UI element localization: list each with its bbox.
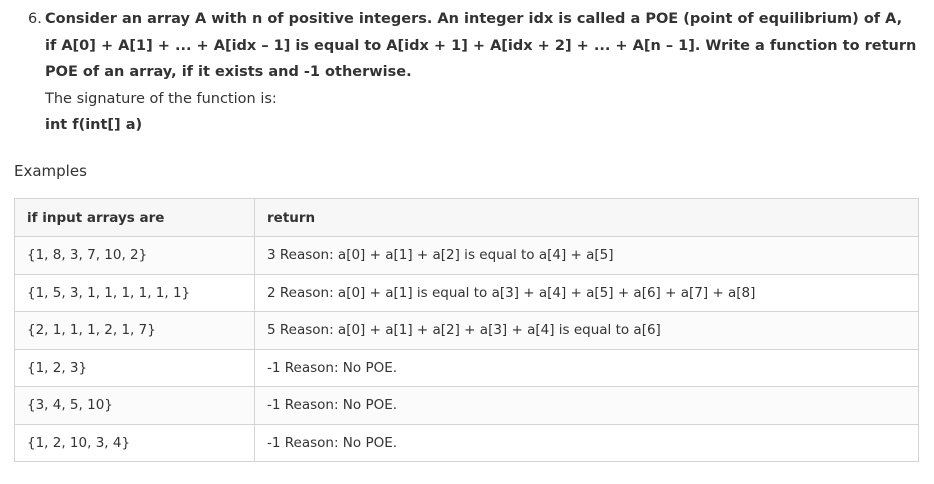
function-signature: int f(int[] a)	[45, 117, 143, 133]
question-block: 6. Consider an array A with n of positiv…	[28, 6, 918, 139]
return-cell: -1 Reason: No POE.	[254, 348, 919, 387]
input-array-cell: {2, 1, 1, 1, 2, 1, 7}	[14, 311, 255, 350]
return-cell: 5 Reason: a[0] + a[1] + a[2] + a[3] + a[…	[254, 311, 919, 350]
signature-intro: The signature of the function is:	[45, 90, 277, 107]
table-row: {1, 2, 10, 3, 4} -1 Reason: No POE.	[14, 423, 919, 462]
table-row: {1, 8, 3, 7, 10, 2} 3 Reason: a[0] + a[1…	[14, 236, 919, 275]
return-cell: -1 Reason: No POE.	[254, 386, 919, 425]
examples-heading: Examples	[14, 162, 87, 180]
table-row: {3, 4, 5, 10} -1 Reason: No POE.	[14, 386, 919, 425]
examples-table: if input arrays are return {1, 8, 3, 7, …	[14, 198, 919, 462]
column-header-input: if input arrays are	[14, 198, 255, 237]
input-array-cell: {1, 2, 10, 3, 4}	[14, 423, 255, 462]
return-cell: 3 Reason: a[0] + a[1] + a[2] is equal to…	[254, 236, 919, 275]
question-number: 6.	[28, 11, 42, 27]
input-array-cell: {1, 8, 3, 7, 10, 2}	[14, 236, 255, 275]
input-array-cell: {1, 5, 3, 1, 1, 1, 1, 1, 1}	[14, 273, 255, 312]
column-header-return: return	[254, 198, 919, 237]
table-row: {2, 1, 1, 1, 2, 1, 7} 5 Reason: a[0] + a…	[14, 311, 919, 350]
table-header-row: if input arrays are return	[14, 198, 919, 237]
input-array-cell: {3, 4, 5, 10}	[14, 386, 255, 425]
table-row: {1, 2, 3} -1 Reason: No POE.	[14, 348, 919, 387]
table-row: {1, 5, 3, 1, 1, 1, 1, 1, 1} 2 Reason: a[…	[14, 273, 919, 312]
return-cell: 2 Reason: a[0] + a[1] is equal to a[3] +…	[254, 273, 919, 312]
return-cell: -1 Reason: No POE.	[254, 423, 919, 462]
input-array-cell: {1, 2, 3}	[14, 348, 255, 387]
question-text: Consider an array A with n of positive i…	[45, 11, 917, 80]
